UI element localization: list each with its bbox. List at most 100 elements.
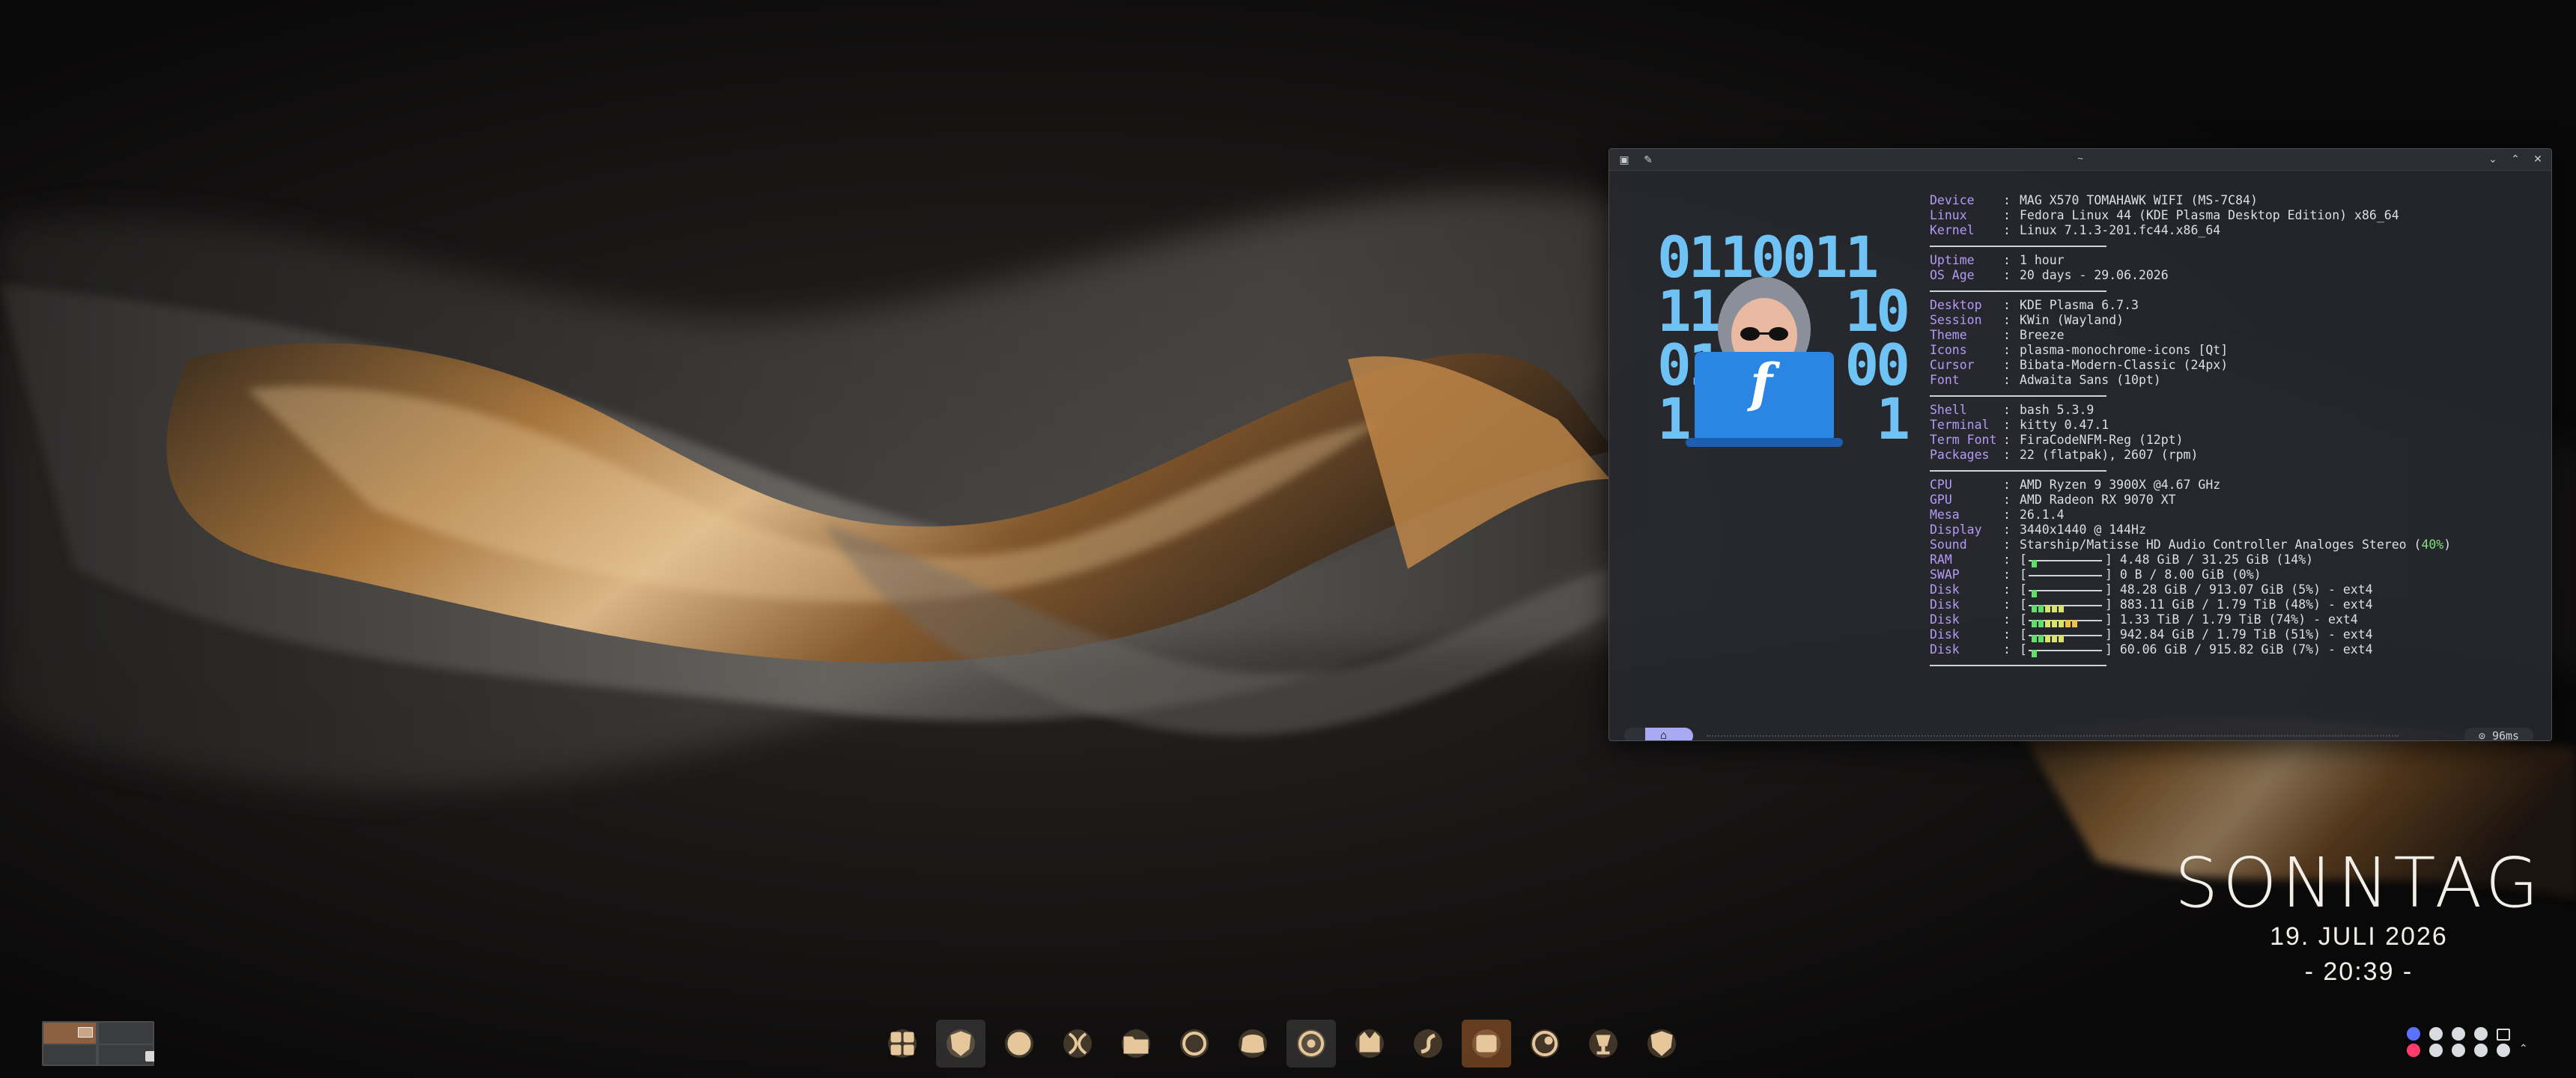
- dock-item[interactable]: [1462, 1020, 1511, 1068]
- info-row: Cursor: Bibata-Modern-Classic (24px): [1930, 358, 2451, 373]
- info-separator: :: [2003, 373, 2011, 387]
- dock-item[interactable]: [1287, 1020, 1336, 1068]
- terminal-content[interactable]: 0110011 11 10 01 00 1 1 f Device: MAG X57…: [1609, 171, 2551, 740]
- app-launcher-icon: [888, 1029, 917, 1058]
- bar-bracket: [: [2020, 612, 2027, 627]
- dock-item[interactable]: [994, 1020, 1044, 1068]
- usage-bar-fill: [2031, 646, 2038, 657]
- window-titlebar[interactable]: ▣ ✎ ~ ⌄ ⌃ ✕: [1609, 149, 2551, 171]
- usage-bar-cell: [2031, 590, 2037, 597]
- usage-bar-cell: [2044, 635, 2050, 642]
- clipboard-icon[interactable]: [2452, 1027, 2465, 1041]
- info-separator: :: [2003, 493, 2011, 507]
- tray-expand-icon[interactable]: ⌃: [2519, 1042, 2528, 1059]
- info-row: Disk: [] 942.84 GiB / 1.79 TiB (51%) - ex…: [1930, 627, 2451, 642]
- dock-item[interactable]: [1345, 1020, 1394, 1068]
- desktop-4[interactable]: [99, 1045, 154, 1065]
- info-key: CPU: [1930, 478, 1952, 492]
- section-divider: [1930, 463, 2451, 478]
- dock-item[interactable]: [1053, 1020, 1102, 1068]
- browser-globe-icon: [1180, 1029, 1209, 1058]
- time-label: - 20:39 -: [2304, 957, 2414, 986]
- info-key: GPU: [1930, 493, 1952, 507]
- info-separator: :: [2003, 343, 2011, 357]
- fastfetch-logo: 0110011 11 10 01 00 1 1 f: [1657, 229, 1910, 485]
- bluetooth-icon[interactable]: [2429, 1044, 2443, 1057]
- info-row: Disk: [] 1.33 TiB / 1.79 TiB (74%) - ext4: [1930, 612, 2451, 627]
- dock-item[interactable]: [1520, 1020, 1570, 1068]
- audio-player-icon: [1297, 1029, 1325, 1058]
- taskbar-dock: [878, 1020, 1686, 1068]
- info-separator: :: [2003, 403, 2011, 417]
- usage-bar-cell: [2044, 620, 2050, 627]
- info-separator: :: [2003, 478, 2011, 492]
- desktop-pager[interactable]: [42, 1021, 154, 1066]
- desktop-2[interactable]: [99, 1023, 153, 1044]
- divider-line: [1930, 388, 2106, 403]
- info-row: Mesa:26.1.4: [1930, 508, 2451, 523]
- info-row: Packages:22 (flatpak), 2607 (rpm): [1930, 448, 2451, 463]
- dock-item[interactable]: [1111, 1020, 1161, 1068]
- close-icon[interactable]: ✕: [2530, 151, 2545, 166]
- usage-bar-cell: [2044, 605, 2050, 612]
- bar-bracket: ]: [2104, 627, 2120, 642]
- usage-bar-fill: [2031, 586, 2038, 597]
- dock-item[interactable]: [936, 1020, 985, 1068]
- usage-bar-cell: [2065, 620, 2071, 627]
- dock-item[interactable]: [1403, 1020, 1453, 1068]
- command-duration: ⊙ 96ms: [2464, 728, 2533, 740]
- info-value-tail: ): [2443, 538, 2452, 552]
- desktop-3[interactable]: [43, 1045, 96, 1065]
- bar-bracket: ]: [2104, 612, 2120, 627]
- info-separator: :: [2003, 448, 2011, 462]
- info-value: 883.11 GiB / 1.79 TiB (48%) - ext4: [2119, 597, 2373, 612]
- display-icon[interactable]: [2497, 1029, 2510, 1041]
- info-key: Terminal: [1930, 418, 1990, 432]
- usage-bar: [2028, 567, 2102, 582]
- battery-icon[interactable]: [2452, 1044, 2465, 1057]
- updates-icon[interactable]: [2474, 1027, 2488, 1041]
- info-separator: :: [2003, 313, 2011, 327]
- info-row: Device: MAG X570 TOMAHAWK WIFI (MS-7C84): [1930, 193, 2451, 208]
- info-key: Disk: [1930, 597, 1960, 612]
- info-key: Cursor: [1930, 358, 1975, 372]
- info-separator: :: [2003, 582, 2011, 597]
- dock-item[interactable]: [1228, 1020, 1278, 1068]
- info-key: Linux: [1930, 208, 1967, 222]
- minimize-icon[interactable]: ⌄: [2485, 151, 2500, 166]
- info-key: Display: [1930, 523, 1982, 537]
- info-key: Disk: [1930, 642, 1960, 657]
- info-row: Session: KWin (Wayland): [1930, 313, 2451, 328]
- info-key: Device: [1930, 193, 1975, 207]
- usage-bar-cell: [2031, 560, 2037, 567]
- media-icon[interactable]: [2407, 1044, 2420, 1057]
- usage-bar-cell: [2058, 635, 2064, 642]
- bar-bracket: [: [2020, 582, 2027, 597]
- bar-bracket: [: [2020, 627, 2027, 642]
- fedora-emblem: f: [1750, 352, 1773, 414]
- info-key: Uptime: [1930, 253, 1975, 267]
- settings-icon[interactable]: [2497, 1044, 2510, 1057]
- usage-bar: [2028, 597, 2102, 612]
- volume-icon[interactable]: [2474, 1044, 2488, 1057]
- usage-bar: [2028, 627, 2102, 642]
- info-key: Mesa: [1930, 508, 1960, 522]
- discord-icon: [1239, 1029, 1267, 1058]
- maximize-icon[interactable]: ⌃: [2508, 151, 2523, 166]
- info-value: Linux 7.1.3-201.fc44.x86_64: [2020, 223, 2221, 237]
- window-thumbnail: [78, 1027, 93, 1038]
- info-separator: :: [2003, 567, 2011, 582]
- terminal-window[interactable]: ▣ ✎ ~ ⌄ ⌃ ✕ 0110011 11 10 01 00 1 1 f De…: [1609, 148, 2552, 741]
- dock-item[interactable]: [1637, 1020, 1686, 1068]
- file-manager-icon: [1122, 1029, 1150, 1058]
- notifications-icon[interactable]: [2429, 1027, 2443, 1041]
- info-separator: :: [2003, 253, 2011, 267]
- desktop-1[interactable]: [43, 1023, 96, 1044]
- info-row: Display:3440x1440 @ 144Hz: [1930, 523, 2451, 538]
- dock-item[interactable]: [878, 1020, 927, 1068]
- dock-item[interactable]: [1170, 1020, 1219, 1068]
- dock-item[interactable]: [1579, 1020, 1628, 1068]
- info-row: CPU: AMD Ryzen 9 3900X @4.67 GHz: [1930, 478, 2451, 493]
- network-icon[interactable]: [2407, 1027, 2420, 1041]
- info-key: Term Font: [1930, 433, 1997, 447]
